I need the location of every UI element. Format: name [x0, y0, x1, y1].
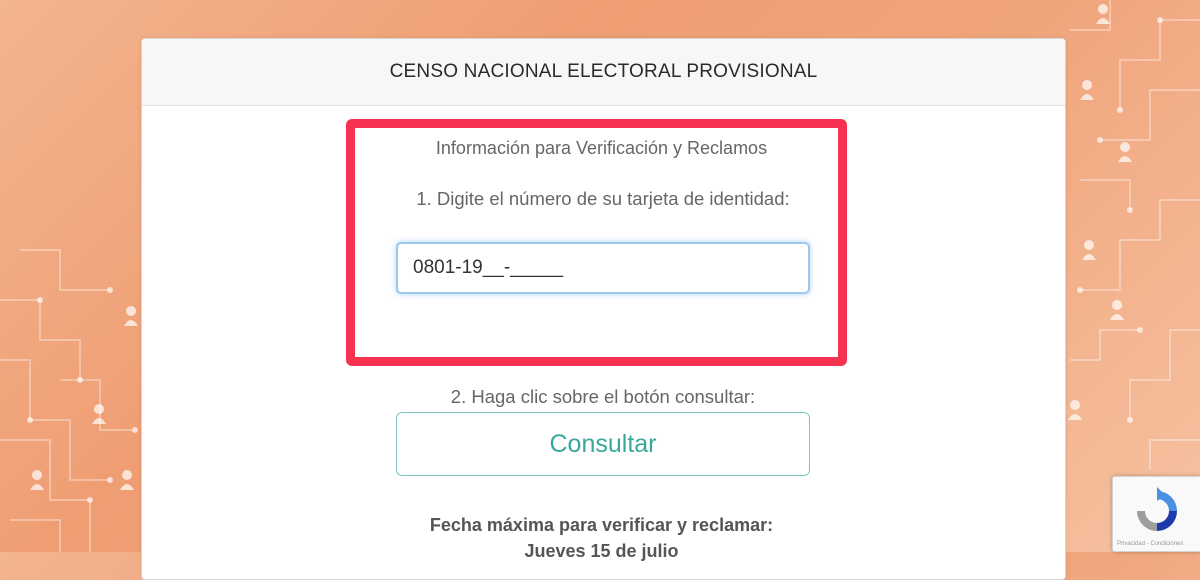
- person-icon: [1068, 400, 1082, 420]
- recaptcha-badge[interactable]: Privacidad - Condiciones: [1112, 476, 1200, 552]
- person-icon: [1118, 142, 1132, 162]
- person-icon: [1096, 4, 1110, 24]
- recaptcha-icon: [1137, 487, 1177, 531]
- section-title: Información para Verificación y Reclamos: [435, 138, 768, 158]
- consultar-button[interactable]: Consultar: [396, 412, 810, 476]
- page-title: CENSO NACIONAL ELECTORAL PROVISIONAL: [142, 39, 1065, 106]
- person-icon: [30, 470, 44, 490]
- deadline-text: Fecha máxima para verificar y reclamar: …: [346, 512, 857, 564]
- person-icon: [92, 404, 106, 424]
- step1-label: 1. Digite el número de su tarjeta de ide…: [416, 188, 790, 209]
- person-icon: [124, 306, 138, 326]
- person-icon: [1082, 240, 1096, 260]
- recaptcha-footer[interactable]: Privacidad - Condiciones: [1117, 541, 1183, 547]
- deadline-date: Jueves 15 de julio: [524, 541, 679, 561]
- id-number-input[interactable]: [396, 242, 810, 294]
- deadline-label: Fecha máxima para verificar y reclamar:: [429, 515, 774, 535]
- step2-label: 2. Haga clic sobre el botón consultar:: [450, 386, 756, 407]
- person-icon: [1110, 300, 1124, 320]
- person-icon: [1080, 80, 1094, 100]
- person-icon: [120, 470, 134, 490]
